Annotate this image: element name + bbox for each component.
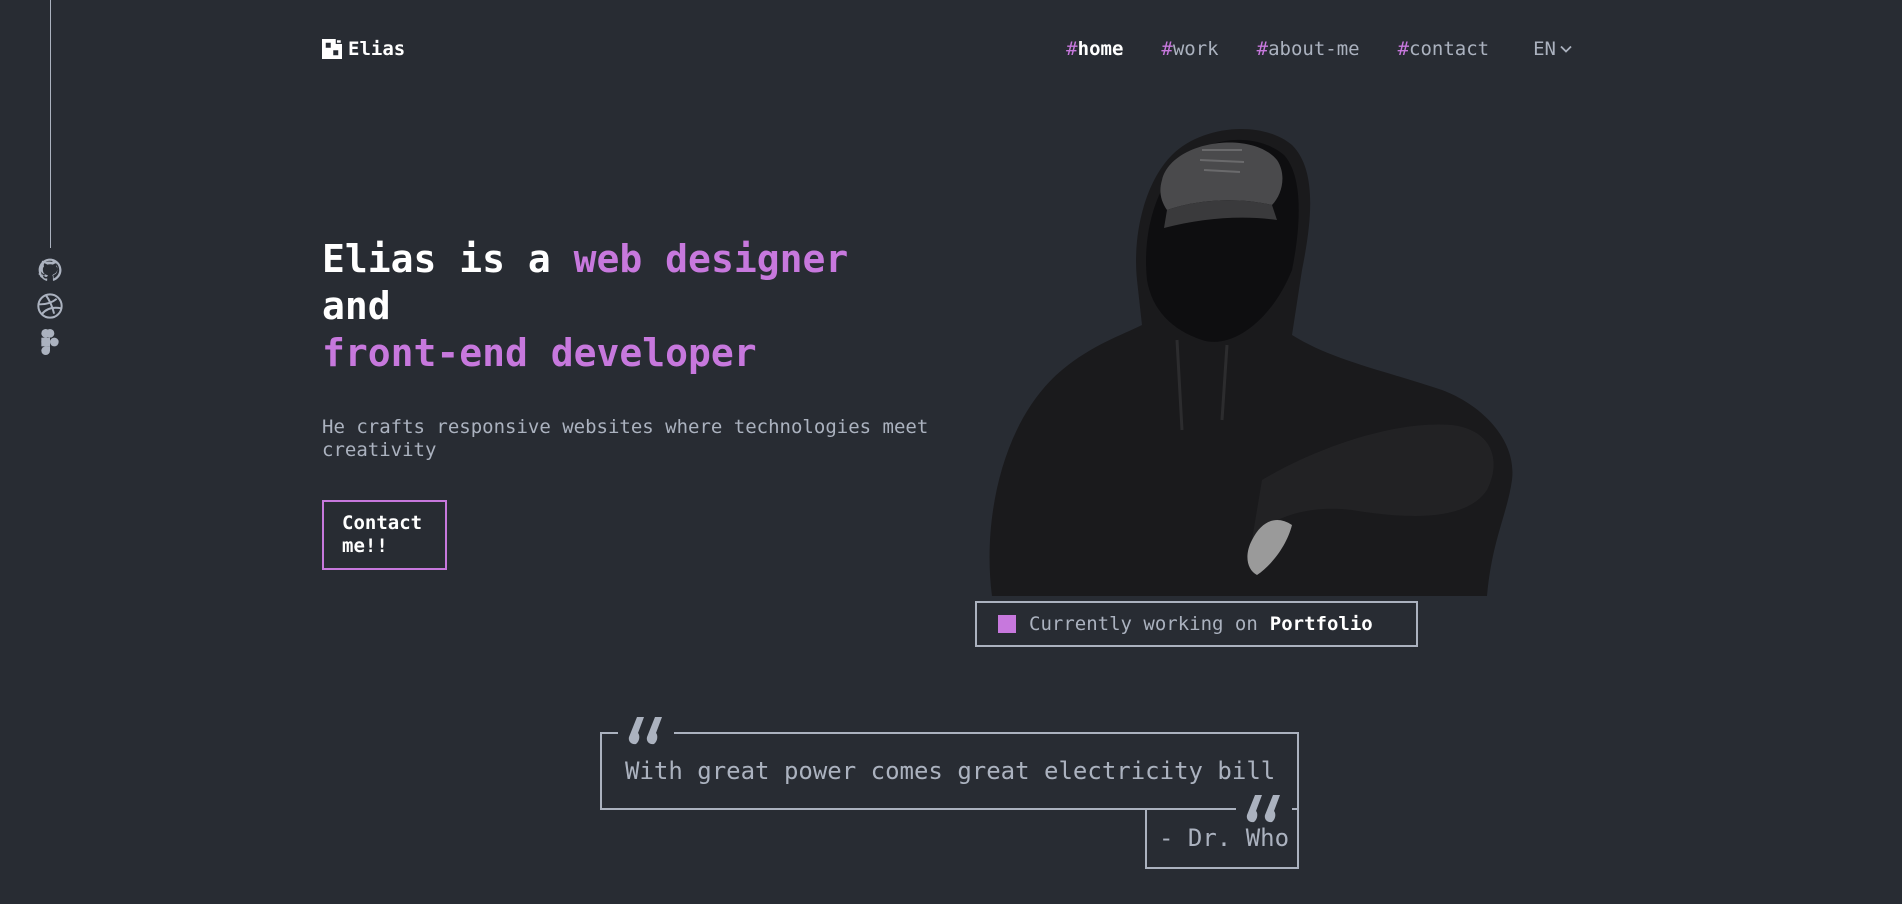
nav-label: about-me	[1268, 38, 1360, 60]
status-project: Portfolio	[1269, 613, 1373, 635]
github-icon[interactable]	[36, 256, 64, 284]
hero-title: Elias is a web designer and front-end de…	[322, 236, 942, 377]
hero-title-accent1: web designer	[573, 237, 849, 281]
nav-work[interactable]: #work	[1161, 38, 1218, 60]
nav-label: work	[1172, 38, 1219, 60]
quote-author: - Dr. Who	[1159, 823, 1290, 852]
hero-title-part1: Elias is a	[322, 237, 574, 281]
logo-icon	[322, 39, 342, 59]
hero-portrait-image	[989, 128, 1513, 596]
nav-hash: #	[1066, 38, 1078, 60]
hero-subtitle: He crafts responsive websites where tech…	[322, 416, 929, 461]
status-prefix: Currently working on	[1029, 613, 1258, 635]
nav-contact[interactable]: #contact	[1398, 38, 1490, 60]
nav-about-me[interactable]: #about-me	[1257, 38, 1360, 60]
contact-me-button[interactable]: Contact me!!	[322, 500, 447, 570]
language-label: EN	[1533, 38, 1556, 60]
site-header: Elias #home #work #about-me #contact EN	[322, 36, 1572, 64]
hero-title-part2: and	[322, 284, 391, 328]
quote-author-box: - Dr. Who	[1145, 808, 1299, 869]
chevron-down-icon	[1560, 45, 1572, 53]
nav-hash: #	[1256, 38, 1269, 60]
site-logo[interactable]: Elias	[322, 38, 405, 60]
nav-label: home	[1077, 38, 1124, 60]
nav-hash: #	[1397, 38, 1410, 60]
quote-text: With great power comes great electricity…	[625, 757, 1276, 785]
nav-label: contact	[1409, 38, 1490, 60]
social-sidebar	[36, 0, 64, 356]
figma-icon[interactable]	[36, 328, 64, 356]
nav-home[interactable]: #home	[1066, 38, 1123, 60]
quote-box: With great power comes great electricity…	[600, 732, 1299, 810]
hero-title-accent2: front-end developer	[322, 331, 757, 375]
quote-open-icon	[618, 716, 674, 746]
dribbble-icon[interactable]	[36, 292, 64, 320]
logo-text: Elias	[348, 38, 406, 60]
status-indicator	[998, 615, 1016, 633]
language-selector[interactable]: EN	[1533, 38, 1572, 60]
sidebar-line	[49, 0, 51, 248]
nav-hash: #	[1161, 38, 1173, 60]
main-nav: #home #work #about-me #contact EN	[1066, 38, 1572, 60]
current-project-status: Currently working on Portfolio	[975, 601, 1418, 647]
